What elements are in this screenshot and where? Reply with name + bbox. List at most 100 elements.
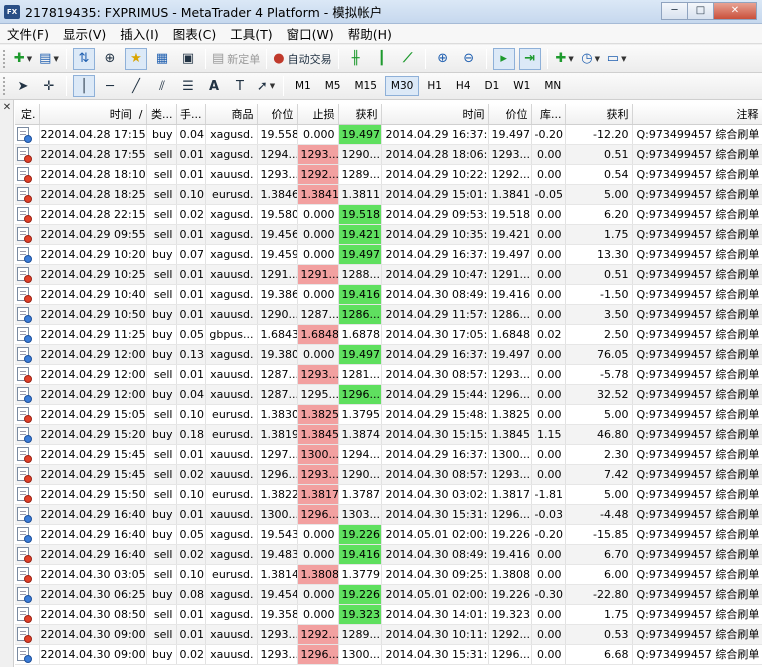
line-chart-button[interactable]: ⟋	[397, 48, 419, 70]
table-row[interactable]: 22014.04.30 03:05:00sell0.10eurusd.1.381…	[15, 564, 762, 585]
vertical-line-button[interactable]: │	[73, 75, 95, 97]
col-ticket[interactable]: 定.	[15, 104, 40, 125]
tf-M1[interactable]: M1	[289, 76, 317, 96]
tf-MN[interactable]: MN	[538, 76, 567, 96]
periods-button[interactable]: ◷ ▼	[580, 48, 602, 70]
tf-W1[interactable]: W1	[507, 76, 536, 96]
col-close-time[interactable]: 时间	[381, 104, 489, 125]
comment-cell: Q:973499457 综合刷单	[632, 164, 762, 185]
tf-H1[interactable]: H1	[421, 76, 448, 96]
text-label-button[interactable]: T	[229, 75, 251, 97]
fibonacci-icon: ☰	[182, 78, 194, 94]
col-close-price[interactable]: 价位	[488, 104, 532, 125]
table-row[interactable]: 22014.04.29 15:45:03sell0.02xauusd.1296.…	[15, 464, 762, 485]
chart-shift-button[interactable]: ⇥	[518, 47, 541, 70]
table-row[interactable]: 22014.04.29 16:40:00buy0.01xauusd.1300..…	[15, 504, 762, 525]
minimize-button[interactable]: ─	[661, 2, 688, 20]
ticket-digit: 2	[40, 567, 48, 581]
col-comment[interactable]: 注释	[632, 104, 762, 125]
col-open-time[interactable]: 时间 /	[39, 104, 147, 125]
equidistant-channel-button[interactable]: ⫽	[151, 75, 173, 97]
bar-chart-button[interactable]: ╫	[345, 48, 367, 70]
arrows-button[interactable]: ➚ ▼	[255, 75, 277, 97]
table-row[interactable]: 22014.04.29 10:25:03sell0.01xauusd.1291.…	[15, 264, 762, 285]
strategy-tester-button[interactable]: ▣	[177, 48, 199, 70]
col-lots[interactable]: 手...	[176, 104, 206, 125]
crosshair-button[interactable]: ✛	[38, 75, 60, 97]
table-row[interactable]: 22014.04.29 16:40:01buy0.05xagusd.19.543…	[15, 524, 762, 545]
col-swap[interactable]: 库...	[531, 104, 566, 125]
menu-help[interactable]: 帮助(H)	[341, 24, 399, 43]
table-row[interactable]: 22014.04.28 18:25:04sell0.10eurusd.1.384…	[15, 184, 762, 205]
zoom-in-button[interactable]: ⊕	[432, 48, 454, 70]
templates-button[interactable]: ▭ ▼	[606, 48, 628, 70]
navigator-button[interactable]: ★	[125, 47, 147, 70]
table-row[interactable]: 22014.04.30 09:00:01sell0.01xauusd.1293.…	[15, 624, 762, 645]
col-type[interactable]: 类...	[146, 104, 177, 125]
table-row[interactable]: 22014.04.29 16:40:02sell0.02xagusd.19.48…	[15, 544, 762, 565]
table-row[interactable]: 22014.04.29 12:00:01buy0.04xauusd.1287..…	[15, 384, 762, 405]
table-row[interactable]: 22014.04.29 10:40:00sell0.01xagusd.19.38…	[15, 284, 762, 305]
panel-close-icon[interactable]: ✕	[0, 102, 14, 116]
auto-scroll-button[interactable]: ▸	[492, 47, 515, 70]
stop-loss-cell: 0.000	[297, 344, 339, 365]
table-row[interactable]: 22014.04.29 11:25:10buy0.05gbpus...1.684…	[15, 324, 762, 345]
table-row[interactable]: 22014.04.29 15:50:01sell0.10eurusd.1.382…	[15, 484, 762, 505]
table-row[interactable]: 22014.04.30 08:50:01sell0.01xagusd.19.35…	[15, 604, 762, 625]
text-button[interactable]: A	[203, 75, 225, 97]
tf-H4[interactable]: H4	[450, 76, 477, 96]
col-profit[interactable]: 获利	[565, 104, 633, 125]
table-row[interactable]: 22014.04.29 15:45:01sell0.01xauusd.1297.…	[15, 444, 762, 465]
table-row[interactable]: 22014.04.28 22:15:03sell0.02xagusd.19.58…	[15, 204, 762, 225]
table-row[interactable]: 22014.04.30 06:25:07buy0.08xagusd.19.454…	[15, 584, 762, 605]
tf-M5[interactable]: M5	[319, 76, 347, 96]
open-time-text: 2014.04.29 16:40:02	[47, 547, 146, 561]
price-cell: 1.3830	[257, 404, 298, 425]
table-row[interactable]: 22014.04.29 12:00:00buy0.13xagusd.19.380…	[15, 344, 762, 365]
toolbar-separator	[66, 76, 67, 96]
comment-cell: Q:973499457 综合刷单	[632, 284, 762, 305]
cursor-button[interactable]: ➤	[12, 75, 34, 97]
table-row[interactable]: 22014.04.29 15:05:02sell0.10eurusd.1.383…	[15, 404, 762, 425]
close-button[interactable]: ✕	[713, 2, 757, 20]
table-row[interactable]: 22014.04.28 17:15:02buy0.04xagusd.19.558…	[15, 124, 762, 145]
menu-view[interactable]: 显示(V)	[56, 24, 113, 43]
menu-charts[interactable]: 图表(C)	[166, 24, 223, 43]
table-row[interactable]: 22014.04.29 10:50:07buy0.01xauusd.1290..…	[15, 304, 762, 325]
col-price[interactable]: 价位	[257, 104, 298, 125]
trendline-button[interactable]: ╱	[125, 75, 147, 97]
table-row[interactable]: 22014.04.29 15:20:02buy0.18eurusd.1.3819…	[15, 424, 762, 445]
table-row[interactable]: 22014.04.29 10:20:00buy0.07xagusd.19.459…	[15, 244, 762, 265]
table-row[interactable]: 22014.04.28 18:10:21sell0.01xauusd.1293.…	[15, 164, 762, 185]
menu-insert[interactable]: 插入(I)	[113, 24, 165, 43]
auto-trading-button[interactable]: ● 自动交易	[273, 48, 331, 70]
maximize-button[interactable]: □	[687, 2, 714, 20]
menu-tools[interactable]: 工具(T)	[223, 24, 279, 43]
table-row[interactable]: 22014.04.29 09:55:00sell0.01xagusd.19.45…	[15, 224, 762, 245]
indicators-button[interactable]: ✚ ▼	[554, 48, 576, 70]
terminal-button[interactable]: ▦	[151, 48, 173, 70]
horizontal-line-button[interactable]: ─	[99, 75, 121, 97]
toolbar-grip[interactable]	[3, 49, 6, 68]
menu-window[interactable]: 窗口(W)	[280, 24, 341, 43]
new-chart-button[interactable]: ✚ ▼	[12, 48, 34, 70]
stop-loss-cell: 0.000	[297, 224, 339, 245]
tf-M15[interactable]: M15	[349, 76, 383, 96]
market-watch-button[interactable]: ⇅	[73, 47, 95, 70]
new-order-button[interactable]: ▤ 新定单	[212, 48, 260, 70]
table-row[interactable]: 22014.04.28 17:55:01sell0.01xagusd.1294.…	[15, 144, 762, 165]
tf-M30[interactable]: M30	[384, 76, 420, 96]
data-window-button[interactable]: ⊕	[99, 48, 121, 70]
col-take-profit[interactable]: 获利	[338, 104, 382, 125]
fibonacci-button[interactable]: ☰	[177, 75, 199, 97]
menu-file[interactable]: 文件(F)	[0, 24, 56, 43]
profiles-button[interactable]: ▤ ▼	[38, 48, 60, 70]
col-symbol[interactable]: 商品	[205, 104, 258, 125]
tf-D1[interactable]: D1	[479, 76, 506, 96]
candlestick-button[interactable]: ┃	[371, 48, 393, 70]
table-row[interactable]: 22014.04.30 09:00:03buy0.02xauusd.1293..…	[15, 644, 762, 665]
table-row[interactable]: 22014.04.29 12:00:00sell0.01xauusd.1287.…	[15, 364, 762, 385]
zoom-out-button[interactable]: ⊖	[458, 48, 480, 70]
toolbar-grip[interactable]	[3, 77, 6, 95]
col-stop-loss[interactable]: 止损	[297, 104, 339, 125]
